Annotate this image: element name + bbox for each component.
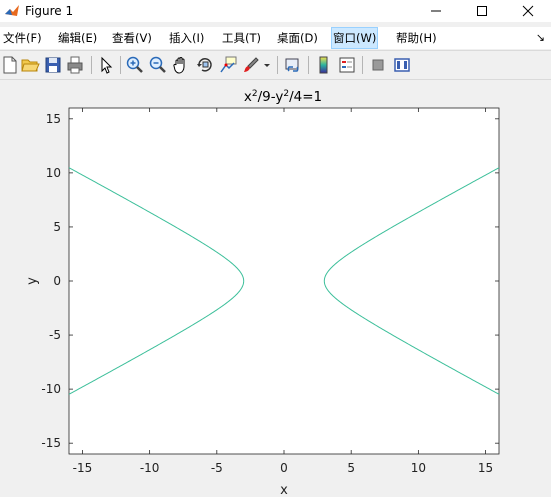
menu-edit[interactable]: 编辑(E) (57, 28, 98, 48)
x-axis-label: x (280, 483, 288, 497)
x-tick-label: 15 (478, 461, 493, 475)
y-axis-label: y (25, 277, 40, 285)
data-cursor-icon[interactable] (218, 55, 238, 75)
new-figure-icon[interactable] (0, 55, 20, 75)
hide-plot-tools-icon[interactable] (368, 55, 388, 75)
x-tick-label: -10 (140, 461, 160, 475)
toolbar-separator (362, 56, 363, 74)
brush-icon[interactable] (241, 55, 261, 75)
colorbar-icon[interactable] (314, 55, 334, 75)
open-file-icon[interactable] (20, 55, 40, 75)
dock-arrow-icon[interactable]: ↘ (536, 31, 545, 44)
menu-tools[interactable]: 工具(T) (221, 28, 262, 48)
x-tick-label: 5 (347, 461, 355, 475)
print-icon[interactable] (65, 55, 85, 75)
toolbar-separator (91, 56, 92, 74)
menu-bar: 文件(F) 编辑(E) 查看(V) 插入(I) 工具(T) 桌面(D) 窗口(W… (0, 27, 551, 49)
minimize-icon (431, 10, 441, 12)
minimize-button[interactable] (413, 0, 459, 22)
close-button[interactable] (505, 0, 551, 22)
close-icon (522, 5, 534, 17)
edit-plot-arrow-icon[interactable] (96, 55, 116, 75)
plot-title: x2/9-y2/4=1 (244, 89, 322, 105)
menu-file[interactable]: 文件(F) (2, 28, 43, 48)
rotate-3d-icon[interactable] (195, 55, 215, 75)
maximize-button[interactable] (459, 0, 505, 22)
legend-icon[interactable] (337, 55, 357, 75)
y-tick-label: 5 (53, 220, 61, 234)
zoom-in-icon[interactable] (125, 55, 145, 75)
link-plot-icon[interactable] (283, 55, 303, 75)
menu-insert[interactable]: 插入(I) (168, 28, 205, 48)
toolbar-separator (277, 56, 278, 74)
menu-view[interactable]: 查看(V) (111, 28, 153, 48)
window-title: Figure 1 (25, 4, 74, 18)
zoom-out-icon[interactable] (148, 55, 168, 75)
maximize-icon (477, 6, 487, 16)
matlab-logo-icon (4, 3, 20, 19)
x-tick-label: -15 (73, 461, 93, 475)
menu-help[interactable]: 帮助(H) (395, 28, 438, 48)
y-tick-label: -10 (41, 382, 61, 396)
x-tick-label: 10 (411, 461, 426, 475)
toolbar-separator (308, 56, 309, 74)
pan-hand-icon[interactable] (171, 55, 191, 75)
y-tick-label: 10 (46, 166, 61, 180)
figure-canvas[interactable]: x2/9-y2/4=1 -15 -10 -5 0 5 10 15 -15 -10 -5 0 5 10 15… (0, 80, 551, 497)
figure-toolbar (0, 50, 551, 80)
x-tick-label: 0 (280, 461, 288, 475)
y-tick-label: -5 (49, 328, 61, 342)
plot-svg: x2/9-y2/4=1 -15 -10 -5 0 5 10 15 -15 -10 -5 0 5 10 15… (25, 89, 500, 497)
y-tick-label: -15 (41, 436, 61, 450)
save-icon[interactable] (43, 55, 63, 75)
toolbar-separator (120, 56, 121, 74)
menu-window[interactable]: 窗口(W) (331, 27, 379, 49)
y-tick-label: 0 (53, 274, 61, 288)
axes-box[interactable] (68, 107, 500, 455)
menu-desktop[interactable]: 桌面(D) (276, 28, 319, 48)
x-tick-label: -5 (211, 461, 223, 475)
y-tick-label: 15 (46, 112, 61, 126)
brush-dropdown-icon[interactable] (262, 55, 272, 75)
show-plot-tools-icon[interactable] (392, 55, 412, 75)
title-bar: Figure 1 (0, 0, 551, 22)
